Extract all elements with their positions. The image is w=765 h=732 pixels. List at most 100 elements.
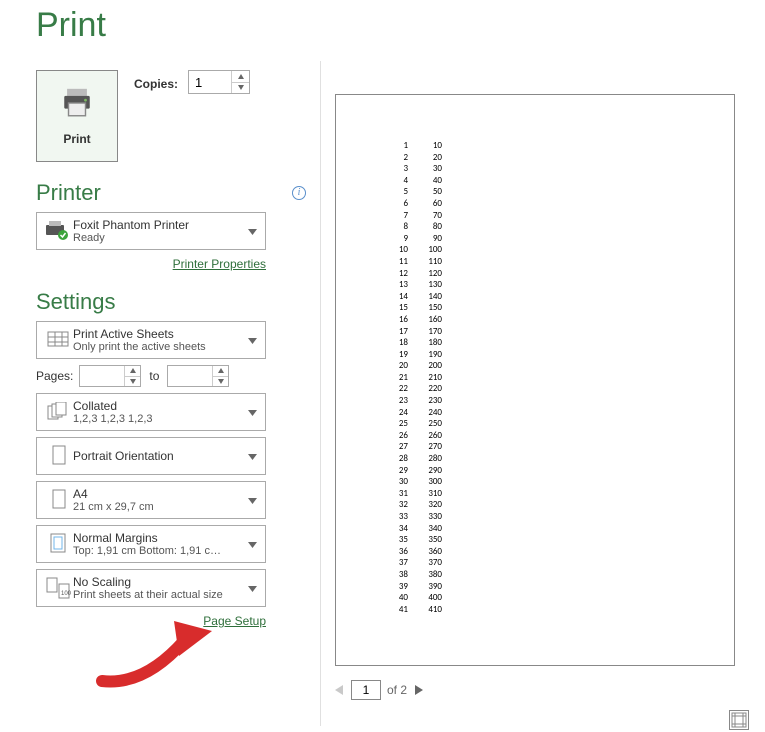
preview-row: 40400 [386,592,694,604]
preview-row: 22220 [386,383,694,395]
collate-dropdown[interactable]: Collated 1,2,3 1,2,3 1,2,3 [36,393,266,431]
chevron-down-icon [245,493,259,507]
print-what-sub: Only print the active sheets [73,341,239,353]
preview-row: 10100 [386,244,694,256]
preview-row: 440 [386,175,694,187]
preview-row: 330 [386,163,694,175]
print-button[interactable]: Print [36,70,118,162]
preview-row: 23230 [386,395,694,407]
scaling-icon: 100 [43,577,73,599]
scaling-dropdown[interactable]: 100 No Scaling Print sheets at their act… [36,569,266,607]
portrait-icon [43,445,73,467]
collate-sub: 1,2,3 1,2,3 1,2,3 [73,413,239,425]
preview-row: 15150 [386,302,694,314]
vertical-divider [320,61,321,726]
preview-row: 14140 [386,291,694,303]
preview-row: 39390 [386,581,694,593]
pages-to-input[interactable] [168,366,212,386]
preview-row: 36360 [386,546,694,558]
margins-icon [43,533,73,555]
preview-row: 770 [386,210,694,222]
copies-stepper[interactable] [188,70,250,94]
preview-row: 26260 [386,430,694,442]
preview-row: 220 [386,152,694,164]
preview-row: 24240 [386,407,694,419]
preview-row: 13130 [386,279,694,291]
printer-dropdown[interactable]: Foxit Phantom Printer Ready [36,212,266,250]
collate-title: Collated [73,399,239,413]
copies-down[interactable] [232,83,249,94]
pages-from-down[interactable] [125,377,140,387]
preview-row: 35350 [386,534,694,546]
pages-from[interactable] [79,365,141,387]
paper-dropdown[interactable]: A4 21 cm x 29,7 cm [36,481,266,519]
preview-row: 660 [386,198,694,210]
pages-from-input[interactable] [80,366,124,386]
pages-to-up[interactable] [213,366,228,377]
preview-row: 38380 [386,569,694,581]
margins-dropdown[interactable]: Normal Margins Top: 1,91 cm Bottom: 1,91… [36,525,266,563]
pages-to[interactable] [167,365,229,387]
preview-row: 29290 [386,465,694,477]
preview-row: 34340 [386,523,694,535]
pages-from-up[interactable] [125,366,140,377]
pages-to-down[interactable] [213,377,228,387]
preview-row: 880 [386,221,694,233]
printer-icon [60,86,94,120]
pages-to-label: to [149,369,159,383]
settings-section-header: Settings [36,289,116,315]
page-next-button[interactable] [415,685,425,695]
preview-row: 28280 [386,453,694,465]
print-preview: 1102203304405506607708809901010011110121… [335,94,735,666]
preview-row: 33330 [386,511,694,523]
copies-label: Copies: [134,70,178,98]
page-setup-link[interactable]: Page Setup [203,614,266,628]
chevron-down-icon [245,449,259,463]
printer-properties-link[interactable]: Printer Properties [173,257,266,271]
preview-row: 17170 [386,326,694,338]
preview-row: 30300 [386,476,694,488]
preview-row: 37370 [386,557,694,569]
printer-section-header: Printer [36,180,101,206]
left-panel: Print Copies: Printer i Foxit Phantom Pr… [36,70,306,628]
preview-row: 25250 [386,418,694,430]
right-panel: 1102203304405506607708809901010011110121… [335,66,755,700]
copies-input[interactable] [189,71,231,93]
info-icon[interactable]: i [292,186,306,200]
preview-row: 990 [386,233,694,245]
chevron-down-icon [245,405,259,419]
page-title: Print [36,6,765,56]
orientation-title: Portrait Orientation [73,449,239,463]
preview-row: 27270 [386,441,694,453]
preview-row: 16160 [386,314,694,326]
preview-row: 19190 [386,349,694,361]
preview-row: 21210 [386,372,694,384]
orientation-dropdown[interactable]: Portrait Orientation [36,437,266,475]
chevron-down-icon [245,537,259,551]
preview-row: 18180 [386,337,694,349]
collate-icon [43,402,73,422]
preview-table: 1102203304405506607708809901010011110121… [386,140,694,615]
print-what-title: Print Active Sheets [73,327,239,341]
preview-row: 20200 [386,360,694,372]
chevron-down-icon [245,224,259,238]
margins-title: Normal Margins [73,531,239,545]
preview-row: 31310 [386,488,694,500]
printer-status-icon [43,221,73,241]
preview-row: 12120 [386,268,694,280]
copies-up[interactable] [232,71,249,83]
page-current-input[interactable] [351,680,381,700]
paper-icon [43,489,73,511]
preview-row: 11110 [386,256,694,268]
margins-sub: Top: 1,91 cm Bottom: 1,91 c… [73,545,239,557]
paper-title: A4 [73,487,239,501]
printer-status: Ready [73,232,239,244]
preview-row: 41410 [386,604,694,616]
print-what-dropdown[interactable]: Print Active Sheets Only print the activ… [36,321,266,359]
scaling-title: No Scaling [73,575,239,589]
show-margins-button[interactable] [729,710,749,730]
page-prev-button[interactable] [335,685,345,695]
preview-row: 32320 [386,499,694,511]
chevron-down-icon [245,333,259,347]
print-button-label: Print [63,132,90,146]
